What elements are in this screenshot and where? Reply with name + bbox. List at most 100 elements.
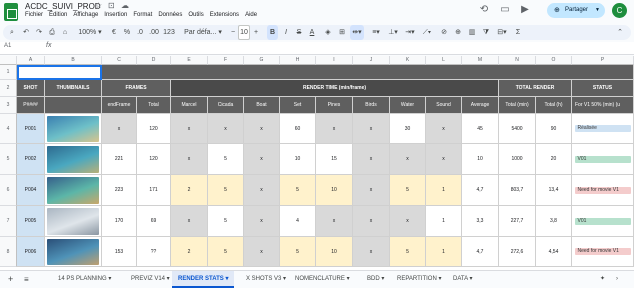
data-cell[interactable]: 13,4 <box>536 175 572 206</box>
menu-item-view[interactable]: Affichage <box>73 12 98 18</box>
data-cell[interactable]: 5 <box>390 175 426 206</box>
data-cell[interactable]: 227,7 <box>499 206 536 237</box>
column-header-p[interactable]: P <box>572 56 634 65</box>
data-cell[interactable]: 4,7 <box>462 175 499 206</box>
status-cell[interactable]: Réalisée <box>572 114 634 144</box>
borders-icon[interactable]: ⊞ <box>337 25 347 40</box>
menu-item-data[interactable]: Données <box>158 12 182 18</box>
data-cell[interactable]: 1 <box>426 175 462 206</box>
thumbnail-cell[interactable] <box>45 144 102 175</box>
data-cell[interactable]: 10 <box>316 175 353 206</box>
share-button[interactable]: ⊕ Partager ▼ <box>547 3 605 18</box>
data-cell[interactable]: x <box>353 114 390 144</box>
data-cell[interactable]: 5 <box>280 175 316 206</box>
currency-icon[interactable]: € <box>109 25 119 40</box>
data-cell[interactable]: 69 <box>137 206 171 237</box>
sheet-tab[interactable]: NOMENCLATURE ▾ <box>289 271 356 288</box>
sheet-tab[interactable]: BDD ▾ <box>361 271 390 288</box>
star-icon[interactable]: ☆ <box>95 1 102 10</box>
status-badge[interactable]: Need for movie V1 <box>574 186 631 194</box>
decrease-decimal-icon[interactable]: .0 <box>135 25 145 40</box>
shot-cell[interactable]: P006 <box>17 237 45 267</box>
text-wrap-icon[interactable]: ⇥▾ <box>403 25 417 40</box>
filter-views-icon[interactable]: ⊟▾ <box>495 25 509 40</box>
data-cell[interactable]: x <box>171 114 208 144</box>
shot-cell[interactable]: P004 <box>17 175 45 206</box>
column-header-h[interactable]: H <box>280 56 316 65</box>
cloud-status-icon[interactable]: ☁ <box>121 1 129 10</box>
row-header[interactable]: 7 <box>0 206 17 237</box>
status-badge[interactable]: Réalisée <box>574 125 631 132</box>
column-header-c[interactable]: C <box>102 56 137 65</box>
shot-cell[interactable]: P005 <box>17 206 45 237</box>
percent-icon[interactable]: % <box>122 25 132 40</box>
data-cell[interactable]: 2 <box>171 237 208 267</box>
data-cell[interactable]: 45 <box>462 114 499 144</box>
data-cell[interactable]: 1 <box>426 237 462 267</box>
print-icon[interactable]: ⎙ <box>47 25 57 40</box>
horizontal-align-icon[interactable]: ≡▾ <box>369 25 383 40</box>
column-header-a[interactable]: A <box>17 56 45 65</box>
menu-item-format[interactable]: Format <box>133 12 152 18</box>
row-header[interactable]: 1 <box>0 65 17 80</box>
strikethrough-icon[interactable]: S <box>294 25 304 40</box>
data-cell[interactable]: x <box>208 114 244 144</box>
data-cell[interactable]: x <box>353 144 390 175</box>
status-badge[interactable]: V01 <box>574 217 631 225</box>
column-header-g[interactable]: G <box>244 56 280 65</box>
data-cell[interactable]: x <box>244 206 280 237</box>
column-header-l[interactable]: L <box>426 56 462 65</box>
data-cell[interactable]: 10 <box>280 144 316 175</box>
status-cell[interactable]: Need for movie V1 <box>572 237 634 267</box>
sheet-tab[interactable]: REPARTITION ▾ <box>391 271 447 288</box>
status-badge[interactable]: Need for movie V1 <box>574 248 631 255</box>
menu-item-insert[interactable]: Insertion <box>104 12 127 18</box>
sheet-tab[interactable]: PREVIZ V14 ▾ <box>125 271 176 288</box>
redo-icon[interactable]: ↷ <box>34 25 44 40</box>
data-cell[interactable]: 223 <box>102 175 137 206</box>
column-header-f[interactable]: F <box>208 56 244 65</box>
data-cell[interactable]: 5 <box>208 206 244 237</box>
menu-item-file[interactable]: Fichier <box>25 12 43 18</box>
data-cell[interactable]: 60 <box>280 114 316 144</box>
comment-icon[interactable]: ▭ <box>498 3 512 17</box>
data-cell[interactable]: 2 <box>171 175 208 206</box>
data-cell[interactable]: 3,3 <box>462 206 499 237</box>
status-badge[interactable]: V01 <box>574 155 631 163</box>
data-cell[interactable]: x <box>244 144 280 175</box>
data-cell[interactable]: x <box>390 206 426 237</box>
data-cell[interactable]: 5 <box>280 237 316 267</box>
data-cell[interactable]: 90 <box>536 114 572 144</box>
data-cell[interactable]: 20 <box>536 144 572 175</box>
row-header[interactable]: 3 <box>0 97 17 114</box>
menu-item-help[interactable]: Aide <box>245 12 257 18</box>
font-select[interactable]: Par défa... ▾ <box>183 25 223 40</box>
data-cell[interactable]: x <box>244 114 280 144</box>
sheet-tab[interactable]: DATA ▾ <box>447 271 478 288</box>
row-header[interactable]: 2 <box>0 80 17 97</box>
vertical-align-icon[interactable]: ⊥▾ <box>386 25 400 40</box>
data-cell[interactable]: x <box>426 144 462 175</box>
status-cell[interactable]: Need for movie V1 <box>572 175 634 206</box>
insert-chart-icon[interactable]: ▥ <box>467 25 477 40</box>
status-cell[interactable]: V01 <box>572 144 634 175</box>
row-header[interactable]: 6 <box>0 175 17 206</box>
column-header-j[interactable]: J <box>353 56 390 65</box>
move-folder-icon[interactable]: ⊡ <box>108 1 115 10</box>
data-cell[interactable]: x <box>353 206 390 237</box>
filter-icon[interactable]: ⧩ <box>481 25 491 40</box>
data-cell[interactable]: x <box>390 144 426 175</box>
merge-cells-icon[interactable]: ⇹▾ <box>350 25 364 40</box>
zoom-select[interactable]: 100% ▾ <box>76 25 104 40</box>
data-cell[interactable]: 1 <box>426 206 462 237</box>
data-cell[interactable]: 5 <box>390 237 426 267</box>
increase-decimal-icon[interactable]: .00 <box>148 25 160 40</box>
data-cell[interactable]: 5 <box>208 175 244 206</box>
status-cell[interactable]: V01 <box>572 206 634 237</box>
insert-comment-icon[interactable]: ⊕ <box>453 25 463 40</box>
history-icon[interactable]: ⟲ <box>477 3 491 17</box>
sheet-tab[interactable]: X SHOTS V3 ▾ <box>240 271 292 288</box>
bold-icon[interactable]: B <box>267 25 278 40</box>
font-size-input[interactable]: 10 <box>238 25 250 40</box>
row-header[interactable]: 5 <box>0 144 17 175</box>
